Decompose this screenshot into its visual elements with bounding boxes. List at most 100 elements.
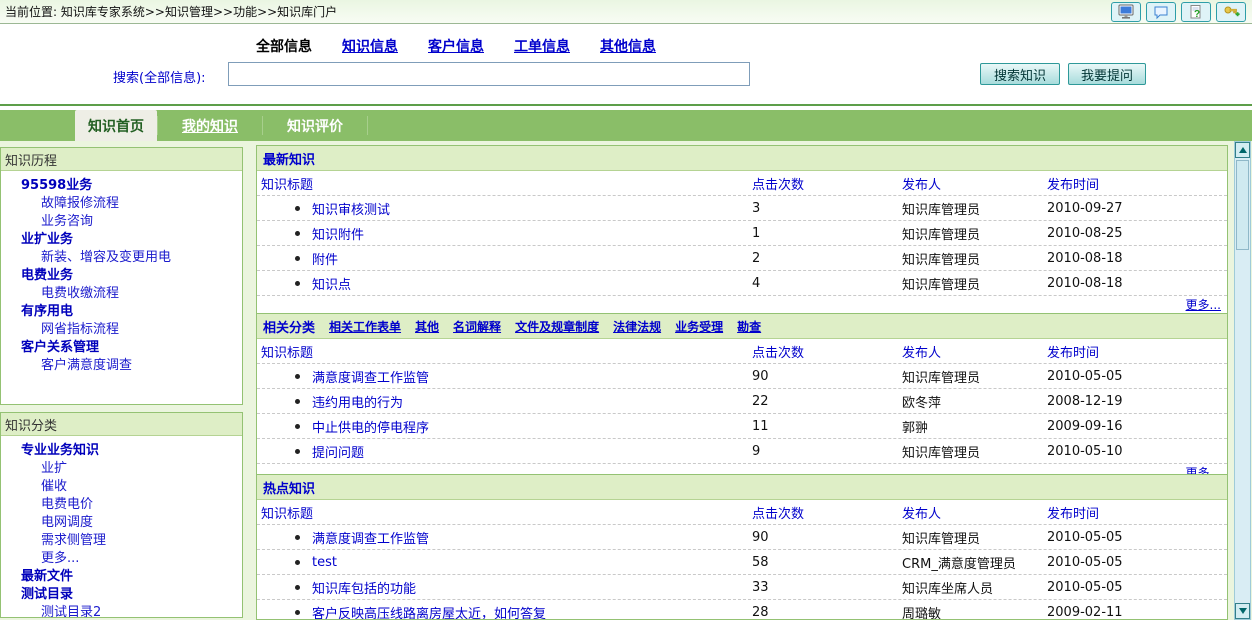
publisher-cell: 周璐敏 <box>902 603 1047 620</box>
clicks-cell: 22 <box>752 394 902 409</box>
table-row: 知识附件 1知识库管理员2010-08-25 <box>257 221 1227 246</box>
panel-latest-knowledge: 最新知识知识标题点击次数发布人发布时间知识审核测试3知识库管理员2010-09-… <box>256 145 1228 314</box>
publisher-cell: 知识库管理员 <box>902 224 1047 243</box>
knowledge-title-link[interactable]: 知识审核测试 <box>312 199 390 218</box>
help-doc-button[interactable]: ? <box>1181 2 1211 22</box>
clicks-cell: 1 <box>752 226 902 241</box>
scrollbar-down-button[interactable] <box>1235 603 1250 619</box>
bullet-icon <box>295 374 300 379</box>
title-cell: 知识库包括的功能 <box>257 578 752 597</box>
info-tab-3[interactable]: 客户信息 <box>428 36 484 56</box>
sidebar-item[interactable]: 催收 <box>1 478 242 496</box>
info-tab-4[interactable]: 工单信息 <box>514 36 570 56</box>
nav-tab-2[interactable]: 我的知识 <box>158 110 262 141</box>
sidebar-item[interactable]: 电费收缴流程 <box>1 285 242 303</box>
sidebar-category[interactable]: 业扩业务 <box>1 231 242 249</box>
sidebar-category[interactable]: 有序用电 <box>1 303 242 321</box>
clicks-cell: 4 <box>752 276 902 291</box>
knowledge-title-link[interactable]: 违约用电的行为 <box>312 392 403 411</box>
sidebar-list: 95598业务故障报修流程业务咨询业扩业务新装、增容及变更用电电费业务电费收缴流… <box>1 171 242 375</box>
category-tab-1[interactable]: 相关工作表单 <box>329 318 401 335</box>
knowledge-title-link[interactable]: 知识点 <box>312 274 351 293</box>
knowledge-title-link[interactable]: test <box>312 555 337 570</box>
category-tab-5[interactable]: 法律法规 <box>613 318 661 335</box>
panel-title: 相关分类 <box>263 317 315 336</box>
date-cell: 2010-05-10 <box>1047 444 1227 459</box>
title-cell: 满意度调查工作监管 <box>257 528 752 547</box>
main-navbar: 知识首页我的知识知识评价 <box>0 110 1252 141</box>
svg-text:?: ? <box>1194 9 1200 20</box>
category-tab-4[interactable]: 文件及规章制度 <box>515 318 599 335</box>
column-header: 发布时间 <box>1047 503 1227 522</box>
sidebar-category[interactable]: 测试目录 <box>1 586 242 604</box>
more-link[interactable]: 更多... <box>1186 296 1221 313</box>
sidebar-item[interactable]: 电费电价 <box>1 496 242 514</box>
info-tab-2[interactable]: 知识信息 <box>342 36 398 56</box>
sidebar-section-title: 知识历程 <box>1 148 242 171</box>
sidebar-item[interactable]: 测试目录2 <box>1 604 242 618</box>
column-header: 发布时间 <box>1047 174 1227 193</box>
chat-button[interactable] <box>1146 2 1176 22</box>
sidebar-category[interactable]: 电费业务 <box>1 267 242 285</box>
knowledge-title-link[interactable]: 客户反映高压线路离房屋太近，如何答复 <box>312 603 546 620</box>
sidebar-item[interactable]: 故障报修流程 <box>1 195 242 213</box>
clicks-cell: 28 <box>752 605 902 620</box>
monitor-button[interactable] <box>1111 2 1141 22</box>
sidebar-item[interactable]: 新装、增容及变更用电 <box>1 249 242 267</box>
info-tab-1[interactable]: 全部信息 <box>256 36 312 56</box>
scrollbar-thumb[interactable] <box>1236 160 1249 250</box>
knowledge-title-link[interactable]: 附件 <box>312 249 338 268</box>
date-cell: 2010-08-25 <box>1047 226 1227 241</box>
knowledge-title-link[interactable]: 知识库包括的功能 <box>312 578 416 597</box>
knowledge-title-link[interactable]: 满意度调查工作监管 <box>312 528 429 547</box>
sidebar-category[interactable]: 客户关系管理 <box>1 339 242 357</box>
knowledge-title-link[interactable]: 提问问题 <box>312 442 364 461</box>
category-tab-3[interactable]: 名词解释 <box>453 318 501 335</box>
sidebar-item[interactable]: 客户满意度调查 <box>1 357 242 375</box>
publisher-cell: 知识库管理员 <box>902 367 1047 386</box>
sidebar-item[interactable]: 电网调度 <box>1 514 242 532</box>
clicks-cell: 11 <box>752 419 902 434</box>
key-add-icon <box>1223 4 1240 20</box>
sidebar-item[interactable]: 业务咨询 <box>1 213 242 231</box>
column-header: 发布人 <box>902 503 1047 522</box>
sidebar-item[interactable]: 业扩 <box>1 460 242 478</box>
up-arrow-icon <box>1239 147 1247 153</box>
sidebar-category[interactable]: 95598业务 <box>1 177 242 195</box>
publisher-cell: 知识库管理员 <box>902 442 1047 461</box>
sidebar-category[interactable]: 最新文件 <box>1 568 242 586</box>
scrollbar-up-button[interactable] <box>1235 142 1250 158</box>
chat-icon <box>1153 4 1169 20</box>
knowledge-title-link[interactable]: 中止供电的停电程序 <box>312 417 429 436</box>
nav-tab-3[interactable]: 知识评价 <box>263 110 367 141</box>
sidebar-item[interactable]: 网省指标流程 <box>1 321 242 339</box>
clicks-cell: 3 <box>752 201 902 216</box>
info-tab-5[interactable]: 其他信息 <box>600 36 656 56</box>
category-tab-6[interactable]: 业务受理 <box>675 318 723 335</box>
clicks-cell: 9 <box>752 444 902 459</box>
panel-header: 相关分类相关工作表单其他名词解释文件及规章制度法律法规业务受理勘查 <box>257 314 1227 339</box>
table-row: 知识库包括的功能33知识库坐席人员2010-05-05 <box>257 575 1227 600</box>
sidebar-item[interactable]: 更多... <box>1 550 242 568</box>
knowledge-title-link[interactable]: 知识附件 <box>312 224 364 243</box>
column-header: 发布时间 <box>1047 342 1227 361</box>
sidebar-category[interactable]: 专业业务知识 <box>1 442 242 460</box>
table-row: 附件2知识库管理员2010-08-18 <box>257 246 1227 271</box>
bullet-icon <box>295 256 300 261</box>
ask-question-button[interactable]: 我要提问 <box>1068 63 1146 85</box>
category-tab-7[interactable]: 勘查 <box>737 318 761 335</box>
column-header: 点击次数 <box>752 174 902 193</box>
sidebar-item[interactable]: 需求侧管理 <box>1 532 242 550</box>
search-input[interactable] <box>228 62 750 86</box>
date-cell: 2009-02-11 <box>1047 605 1227 620</box>
knowledge-title-link[interactable]: 满意度调查工作监管 <box>312 367 429 386</box>
nav-tab-1[interactable]: 知识首页 <box>75 110 157 141</box>
vertical-scrollbar[interactable] <box>1234 141 1251 620</box>
divider-line <box>0 104 1252 106</box>
category-tab-2[interactable]: 其他 <box>415 318 439 335</box>
sidebar-section-knowledge-history: 知识历程95598业务故障报修流程业务咨询业扩业务新装、增容及变更用电电费业务电… <box>0 147 243 405</box>
key-add-button[interactable] <box>1216 2 1246 22</box>
table-row: 知识点4知识库管理员2010-08-18 <box>257 271 1227 296</box>
search-knowledge-button[interactable]: 搜索知识 <box>980 63 1060 85</box>
title-cell: 客户反映高压线路离房屋太近，如何答复 <box>257 603 752 620</box>
